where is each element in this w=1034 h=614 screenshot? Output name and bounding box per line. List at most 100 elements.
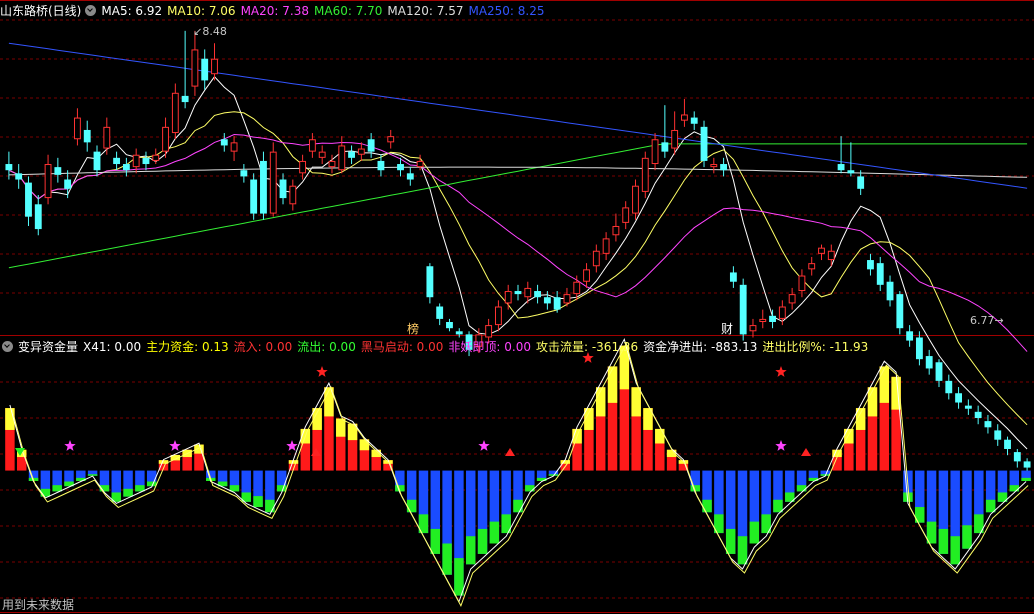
candle-body [357,148,365,155]
flow-bar-cap [773,499,783,513]
candle-body [348,151,355,158]
candle-body [485,325,493,338]
candle-body [602,238,610,254]
flow-bar-cap [749,521,760,544]
candle-body [318,151,326,158]
candle-body [426,266,434,298]
candle-body [1023,461,1031,468]
candle-body [749,325,757,332]
candle-body [181,95,189,103]
candle-body [729,272,737,282]
indicator-label-0: X41: 0.00 [83,340,142,354]
candle-body [955,393,962,403]
flow-bar-cap [631,387,641,417]
indicator-label-6: 攻击流量: -361.36 [535,340,639,354]
chart-annotations: ↙8.48 6.77→ 榜 财 [193,25,1004,336]
flow-bar-cap [477,528,488,554]
candle-body [945,380,953,394]
candle-body [847,170,855,174]
ma-label-0: MA5: 6.92 [101,4,163,18]
candle-body [455,331,463,335]
candle-body [592,250,600,267]
candle-body [25,182,32,217]
flow-bar-cap [607,366,618,403]
candle-body [416,160,424,168]
flow-bar-cap [962,525,972,549]
candle-body [93,151,101,171]
candle-body [250,179,258,214]
indicator-legend: X41: 0.00 主力资金: 0.13 流入: 0.00 流出: 0.00 黑马启动:… [83,340,873,354]
ma-label-2: MA20: 7.38 [240,4,309,18]
flow-bar-cap [123,488,133,497]
candle-body [171,92,179,134]
indicator-label-5: 非妖即顶: 0.00 [448,340,531,354]
flow-bar-cap [938,528,949,554]
candle-body [739,284,747,335]
candle-body [494,306,502,326]
signal-triangle [801,448,811,456]
candle-body [661,142,669,152]
candle-body [113,157,121,165]
sub-pane-title: 变异资金量 [18,340,79,354]
flow-bar-cap [1009,485,1020,492]
candle-body [876,263,884,285]
candle-body [543,297,551,304]
collapse-icon[interactable] [2,341,13,352]
collapse-icon[interactable] [85,5,97,16]
indicator-label-1: 主力资金: 0.13 [146,340,229,354]
candle-body [886,281,894,301]
candle-body [54,167,62,175]
candle-body [925,356,933,369]
candle-body [514,291,522,295]
candle-body [74,117,81,140]
event-marker-1: 财 [721,322,733,336]
signal-star [169,440,181,451]
candle-body [397,164,404,171]
candle-body [994,430,1002,440]
candle-body [964,405,972,409]
candle-body [612,225,620,236]
candle-body [915,337,923,360]
flow-bar-cap [336,418,346,437]
indicator-label-8: 进出比例%: -11.93 [762,340,869,354]
flow-bar-cap [513,499,523,513]
min-price-label: 6.77→ [970,314,1004,327]
flow-bar-cap [725,528,736,554]
flow-bar-cap [454,558,464,596]
signal-star [478,440,490,451]
candle-body [906,331,914,341]
candle-body [632,185,639,214]
footer-note: 用到未来数据 [2,598,75,612]
candle-body [857,176,865,189]
candle-body [279,179,287,199]
flow-bar-cap [406,499,417,513]
flow-bar-cap [489,521,500,544]
candle-body [260,160,267,214]
flow-bar-cap [655,428,665,444]
candle-body [387,136,395,143]
candle-body [191,49,199,87]
candle-body [289,185,297,205]
event-marker-0: 榜 [407,321,419,336]
candle-body [867,260,874,270]
candle-body [769,315,776,322]
flow-bar-cap [702,499,712,513]
candle-body [142,157,150,165]
candle-body [377,160,385,171]
candle-body [896,294,904,329]
candle-body [504,291,512,304]
candle-body [122,164,130,171]
candle-body [534,291,542,298]
flow-bar-cap [796,485,807,492]
candle-body [152,154,160,161]
stock-chart: ↙8.48 6.77→ 榜 财 [0,0,1034,613]
candle-body [162,126,169,152]
candle-body [710,164,718,168]
candle-body [406,173,414,180]
candle-body [641,157,649,192]
max-price-label: ↙8.48 [193,25,227,38]
indicator-label-7: 资金净进出: -883.13 [643,340,758,354]
ma-line [8,143,1028,269]
candle-body [563,294,571,304]
signal-star [775,366,787,377]
